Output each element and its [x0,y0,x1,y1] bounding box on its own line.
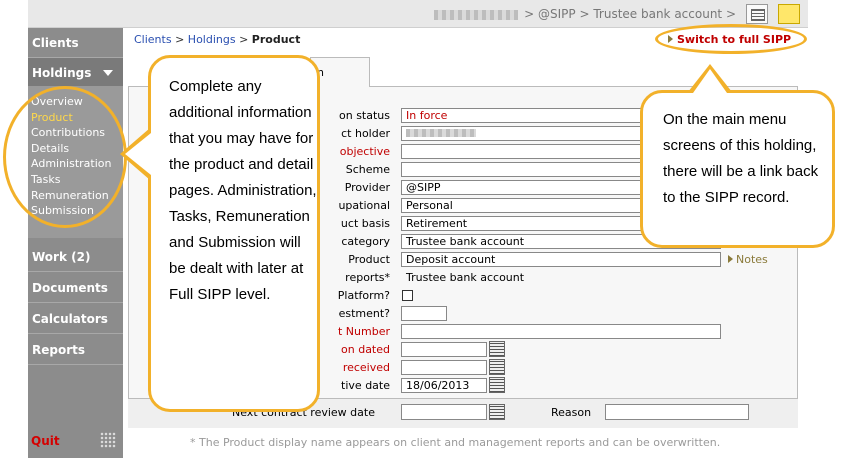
sidebar-item-label: Documents [32,281,108,295]
field-label: on status [339,109,390,122]
field-label: on dated [341,343,390,356]
top-bar: > @SIPP > Trustee bank account > [28,0,808,28]
redacted-client-name [434,9,519,20]
breadcrumb-separator: > [171,33,188,46]
field-label: ct holder [341,127,390,140]
breadcrumb-holdings-link[interactable]: Holdings [188,33,236,46]
field-label: reports* [345,271,390,284]
chevron-down-icon [103,70,113,76]
field-label: estment? [338,307,390,320]
top-breadcrumb-text: > @SIPP > Trustee bank account > [524,7,736,21]
notes-label: Notes [736,253,768,266]
field-label: objective [339,145,390,158]
sticky-note-icon[interactable] [778,4,800,24]
display-name-value: Trustee bank account [406,271,525,284]
breadcrumb-clients-link[interactable]: Clients [134,33,172,46]
field-label: Product [348,253,390,266]
dots-icon [100,432,116,448]
received-field[interactable] [401,360,487,375]
sidebar-item-clients[interactable]: Clients [28,28,123,58]
triangle-right-icon [728,255,733,263]
sidebar-item-calculators[interactable]: Calculators [28,304,123,334]
reason-label: Reason [551,406,592,419]
top-breadcrumb: > @SIPP > Trustee bank account > [434,7,736,21]
notes-link[interactable]: Notes [728,253,768,266]
sidebar-item-holdings[interactable]: Holdings [28,58,123,88]
field-label: Provider [344,181,390,194]
dated-field[interactable] [401,342,487,357]
callout-pointer-left-fill [125,133,151,175]
breadcrumb-separator: > [235,33,252,46]
field-label: t Number [338,325,390,338]
field-label: Platform? [337,289,390,302]
sidebar-item-label: Work (2) [32,250,91,264]
field-label: upational [338,199,390,212]
field-label: uct basis [340,217,390,230]
highlight-oval-submenu [3,86,127,228]
breadcrumb-current: Product [251,33,301,46]
review-date-field[interactable] [401,404,487,420]
sidebar-item-label: Reports [32,343,86,357]
highlight-oval-switch-link [655,24,807,54]
sidebar-item-reports[interactable]: Reports [28,335,123,365]
calendar-icon[interactable] [489,377,505,393]
platform-checkbox[interactable] [402,290,413,301]
redacted-holder-name [406,129,476,137]
number-field[interactable] [401,324,721,339]
field-label: tive date [341,379,390,392]
field-label: Scheme [345,163,390,176]
effective-date-field[interactable]: 18/06/2013 [401,378,487,393]
sidebar-item-documents[interactable]: Documents [28,273,123,303]
calendar-icon[interactable] [489,359,505,375]
calendar-icon[interactable] [489,404,505,420]
breadcrumb: Clients > Holdings > Product [134,33,300,46]
sidebar-item-work[interactable]: Work (2) [28,242,123,272]
callout-right-text: On the main menu screens of this holding… [663,111,819,206]
calendar-icon[interactable] [489,341,505,357]
field-label: category [341,235,390,248]
investment-field[interactable] [401,306,447,321]
callout-right: On the main menu screens of this holding… [640,90,835,248]
field-label: received [342,361,390,374]
callout-left: Complete any additional information that… [148,55,320,412]
callout-pointer-up-fill [693,69,727,93]
product-field[interactable]: Deposit account [401,252,721,267]
reason-field[interactable] [605,404,749,420]
quit-button[interactable]: Quit [31,434,60,448]
sidebar-item-label: Calculators [32,312,108,326]
callout-left-text: Complete any additional information that… [169,78,317,303]
grid-icon[interactable] [746,4,768,24]
sidebar-item-label: Holdings [32,66,92,80]
sidebar-item-label: Clients [32,36,79,50]
footnote: * The Product display name appears on cl… [190,436,721,449]
